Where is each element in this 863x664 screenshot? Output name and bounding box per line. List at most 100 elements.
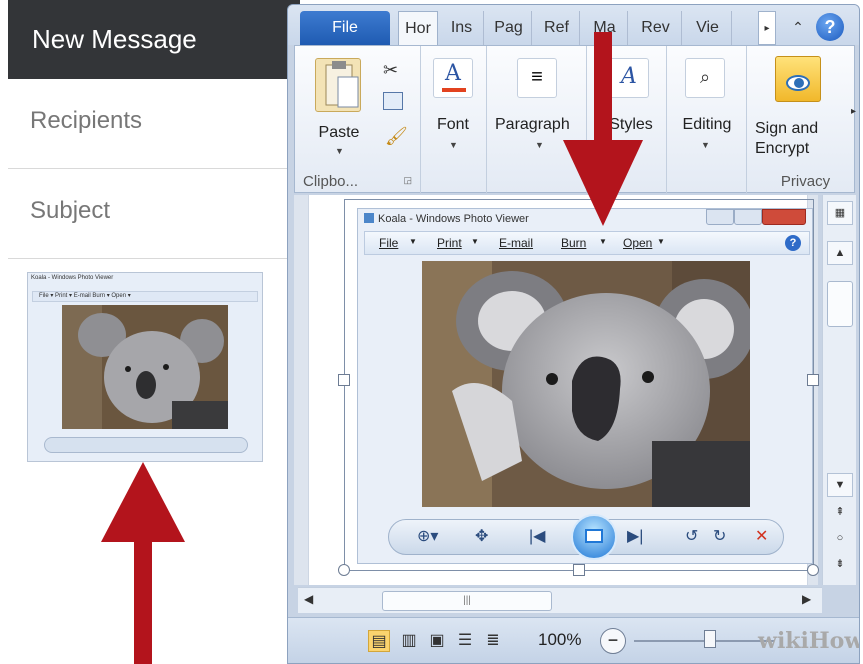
ribbon-scroll-right-icon[interactable]: ▸ (851, 106, 856, 117)
styles-icon[interactable]: A (609, 58, 649, 98)
ruler-toggle-icon[interactable]: ▦ (827, 201, 853, 225)
red-arrow-up-icon (101, 462, 185, 542)
dialog-launcher-icon[interactable]: ◲ (403, 175, 412, 186)
photo-viewer-help-icon: ? (785, 235, 801, 251)
editing-label[interactable]: Editing (673, 116, 741, 134)
privacy-group-label: Privacy (780, 173, 831, 190)
font-label[interactable]: Font (427, 116, 479, 134)
next-page-icon[interactable]: ⇟ (827, 553, 853, 577)
status-bar: ▤ ▥ ▣ ☰ ≣ 100% − wikiHow (288, 617, 860, 663)
binoculars-icon[interactable]: ⌕ (685, 58, 725, 98)
menu-file: File (379, 236, 399, 250)
rotate-right-icon: ↻ (713, 528, 727, 545)
help-icon[interactable]: ? (816, 13, 844, 41)
menu-burn: Burn (561, 236, 587, 250)
rotate-left-icon: ↺ (685, 528, 699, 545)
outline-view-icon[interactable]: ☰ (454, 630, 476, 652)
thumbnail-koala-photo (62, 305, 228, 429)
sign-encrypt-label-line2[interactable]: Encrypt (755, 140, 855, 158)
tab-scroll-right-icon[interactable]: ▸ (758, 11, 776, 45)
scroll-down-icon[interactable]: ▼ (827, 473, 853, 497)
paragraph-label[interactable]: Paragraph (495, 116, 585, 134)
document-area: Koala - Windows Photo Viewer File ▼ Prin… (294, 195, 819, 585)
paste-dropdown-icon[interactable]: ▼ (335, 146, 344, 156)
draft-view-icon[interactable]: ≣ (482, 630, 504, 652)
tab-references[interactable]: Ref (534, 11, 580, 45)
copy-icon[interactable] (383, 92, 403, 110)
sign-encrypt-label-line1[interactable]: Sign and (755, 120, 855, 138)
sign-encrypt-icon[interactable] (775, 56, 821, 102)
previous-icon: |◀ (529, 528, 546, 545)
actual-size-icon: ✥ (475, 528, 489, 545)
pasted-screenshot-image[interactable]: Koala - Windows Photo Viewer File ▼ Prin… (338, 199, 819, 576)
tab-view[interactable]: Vie (684, 11, 732, 45)
resize-handle-bottom[interactable] (573, 564, 585, 576)
close-icon (762, 209, 806, 225)
wikihow-watermark: wikiHow (758, 628, 860, 654)
paragraph-dropdown-icon[interactable]: ▼ (535, 140, 544, 150)
pasted-image-thumbnail[interactable]: Koala - Windows Photo Viewer File ▾ Prin… (27, 272, 263, 462)
cut-icon[interactable]: ✂ (383, 60, 398, 81)
paste-icon[interactable] (315, 58, 361, 112)
menu-file-dropdown-icon: ▼ (409, 237, 417, 246)
photo-viewer-window-buttons (706, 209, 806, 225)
delete-icon: ✕ (755, 528, 769, 545)
scroll-left-icon[interactable]: ◀ (304, 592, 313, 606)
photo-viewer-title: Koala - Windows Photo Viewer (364, 213, 529, 225)
resize-handle-right[interactable] (807, 374, 819, 386)
paste-label[interactable]: Paste (311, 124, 367, 142)
resize-handle-left[interactable] (338, 374, 350, 386)
tab-insert[interactable]: Ins (440, 11, 484, 45)
paragraph-align-icon[interactable]: ≡ (517, 58, 557, 98)
editing-dropdown-icon[interactable]: ▼ (701, 140, 710, 150)
tab-home[interactable]: Hor (398, 11, 438, 45)
tab-file[interactable]: File (300, 11, 390, 45)
word-window: File Hor Ins Pag Ref Ma Rev Vie ▸ ⌃ ? Pa… (287, 4, 860, 664)
red-arrow-down-icon (563, 140, 643, 226)
select-browse-object-icon[interactable]: ○ (827, 527, 853, 551)
zoom-out-icon[interactable]: − (600, 628, 626, 654)
menu-print: Print (437, 236, 462, 250)
menu-open-dropdown-icon: ▼ (657, 237, 665, 246)
tab-page-layout[interactable]: Pag (486, 11, 532, 45)
zoom-slider-knob[interactable] (704, 630, 716, 648)
vertical-scroll-thumb[interactable] (827, 281, 853, 327)
scroll-up-icon[interactable]: ▲ (827, 241, 853, 265)
menu-burn-dropdown-icon: ▼ (599, 237, 607, 246)
koala-photo (422, 261, 750, 507)
menu-email: E-mail (499, 236, 534, 250)
photo-viewer-title-text: Koala - Windows Photo Viewer (378, 213, 529, 225)
tab-review[interactable]: Rev (630, 11, 682, 45)
full-screen-reading-icon[interactable]: ▥ (398, 630, 420, 652)
font-icon[interactable]: A (433, 58, 473, 98)
thumbnail-title: Koala - Windows Photo Viewer (31, 275, 114, 281)
privacy-group: Sign and Encrypt Privacy ▸ (747, 46, 856, 194)
screenshot-root: New Message Recipients Subject Koala - W… (0, 0, 863, 664)
recipients-field[interactable]: Recipients (8, 79, 300, 169)
minimize-icon (706, 209, 734, 225)
print-layout-view-icon[interactable]: ▤ (368, 630, 390, 652)
zoom-icon: ⊕▾ (417, 528, 439, 545)
next-icon: ▶| (627, 528, 644, 545)
photo-viewer-window: Koala - Windows Photo Viewer File ▼ Prin… (357, 208, 813, 564)
resize-handle-bottom-right[interactable] (807, 564, 819, 576)
scroll-right-icon[interactable]: ▶ (802, 592, 811, 606)
vertical-scrollbar[interactable]: ▦ ▲ ▼ ⇞ ○ ⇟ (822, 195, 856, 585)
format-painter-icon[interactable]: 🖌 (385, 126, 408, 147)
ribbon-tabs: File Hor Ins Pag Ref Ma Rev Vie ▸ ⌃ ? (288, 5, 859, 45)
menu-open: Open (623, 236, 653, 250)
maximize-icon (734, 209, 762, 225)
zoom-level[interactable]: 100% (538, 630, 581, 650)
thumbnail-menu: File ▾ Print ▾ E-mail Burn ▾ Open ▾ (32, 291, 258, 302)
minimize-ribbon-icon[interactable]: ⌃ (788, 15, 808, 39)
subject-field[interactable]: Subject (8, 169, 300, 259)
editing-group: ⌕ Editing ▼ (667, 46, 747, 194)
resize-handle-bottom-left[interactable] (338, 564, 350, 576)
compose-title: New Message (8, 0, 300, 79)
font-dropdown-icon[interactable]: ▼ (449, 140, 458, 150)
previous-page-icon[interactable]: ⇞ (827, 501, 853, 525)
web-layout-icon[interactable]: ▣ (426, 630, 448, 652)
photo-viewer-app-icon (364, 213, 374, 223)
horizontal-scroll-thumb[interactable]: ||| (382, 591, 552, 611)
horizontal-scrollbar[interactable]: ◀ ||| ▶ (298, 587, 822, 613)
